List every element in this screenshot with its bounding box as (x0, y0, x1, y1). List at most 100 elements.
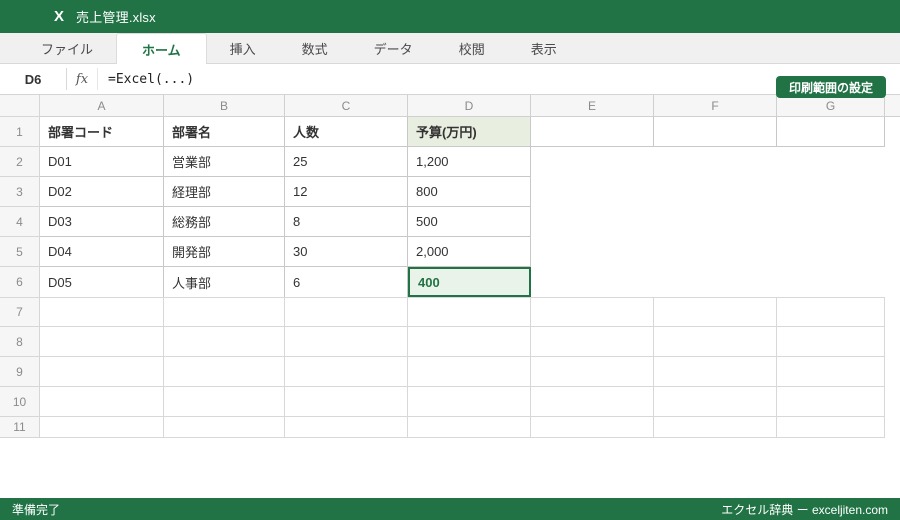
cell-D1[interactable]: 予算(万円) (408, 117, 531, 147)
column-header-E[interactable]: E (531, 95, 654, 117)
cell-A5[interactable]: D04 (40, 237, 164, 267)
cell-D6-selected[interactable]: 400 (408, 267, 531, 297)
cell-G3[interactable] (777, 177, 885, 207)
row-header-8[interactable]: 8 (0, 327, 40, 357)
menu-tab-home[interactable]: ホーム (116, 33, 207, 64)
row-header-3[interactable]: 3 (0, 177, 40, 207)
cell-C2[interactable]: 25 (285, 147, 408, 177)
cell-A7[interactable] (40, 297, 164, 327)
cell-A11[interactable] (40, 417, 164, 438)
cell-F5[interactable] (654, 237, 777, 267)
cell-B3[interactable]: 経理部 (164, 177, 285, 207)
cell-D5[interactable]: 2,000 (408, 237, 531, 267)
row-header-1[interactable]: 1 (0, 117, 40, 147)
cell-E11[interactable] (531, 417, 654, 438)
cell-F9[interactable] (654, 357, 777, 387)
cell-E9[interactable] (531, 357, 654, 387)
print-area-button[interactable]: 印刷範囲の設定 (775, 76, 886, 98)
column-header-B[interactable]: B (164, 95, 285, 117)
cell-A6[interactable]: D05 (40, 267, 164, 297)
cell-D4[interactable]: 500 (408, 207, 531, 237)
cell-B4[interactable]: 総務部 (164, 207, 285, 237)
column-header-F[interactable]: F (654, 95, 777, 117)
menu-tab-file[interactable]: ファイル (18, 33, 116, 63)
row-header-6[interactable]: 6 (0, 267, 40, 297)
cell-B2[interactable]: 営業部 (164, 147, 285, 177)
cell-C10[interactable] (285, 387, 408, 417)
cell-B10[interactable] (164, 387, 285, 417)
cell-C11[interactable] (285, 417, 408, 438)
cell-F1[interactable] (654, 117, 777, 147)
cell-A4[interactable]: D03 (40, 207, 164, 237)
cell-C5[interactable]: 30 (285, 237, 408, 267)
cell-C8[interactable] (285, 327, 408, 357)
cell-B6[interactable]: 人事部 (164, 267, 285, 297)
cell-C3[interactable]: 12 (285, 177, 408, 207)
cell-D8[interactable] (408, 327, 531, 357)
name-box[interactable]: D6 (0, 64, 66, 94)
cell-D7[interactable] (408, 297, 531, 327)
cell-G1[interactable] (777, 117, 885, 147)
cell-C7[interactable] (285, 297, 408, 327)
cell-G7[interactable] (777, 297, 885, 327)
cell-E7[interactable] (531, 297, 654, 327)
row-header-11[interactable]: 11 (0, 417, 40, 438)
cell-D9[interactable] (408, 357, 531, 387)
menu-tab-review[interactable]: 校閲 (436, 33, 508, 63)
cell-D2[interactable]: 1,200 (408, 147, 531, 177)
cell-G2[interactable] (777, 147, 885, 177)
cell-A9[interactable] (40, 357, 164, 387)
row-header-7[interactable]: 7 (0, 297, 40, 327)
row-header-4[interactable]: 4 (0, 207, 40, 237)
cell-F11[interactable] (654, 417, 777, 438)
cell-D10[interactable] (408, 387, 531, 417)
cell-E10[interactable] (531, 387, 654, 417)
cell-B11[interactable] (164, 417, 285, 438)
cell-G4[interactable] (777, 207, 885, 237)
cell-G6[interactable] (777, 267, 885, 297)
cell-A1[interactable]: 部署コード (40, 117, 164, 147)
row-header-10[interactable]: 10 (0, 387, 40, 417)
cell-E4[interactable] (531, 207, 654, 237)
menu-tab-insert[interactable]: 挿入 (207, 33, 279, 63)
cell-E5[interactable] (531, 237, 654, 267)
cell-G5[interactable] (777, 237, 885, 267)
cell-A8[interactable] (40, 327, 164, 357)
cell-F10[interactable] (654, 387, 777, 417)
cell-D11[interactable] (408, 417, 531, 438)
cell-E1[interactable] (531, 117, 654, 147)
row-header-2[interactable]: 2 (0, 147, 40, 177)
cell-E2[interactable] (531, 147, 654, 177)
cell-F2[interactable] (654, 147, 777, 177)
select-all-corner[interactable] (0, 95, 40, 117)
cell-C4[interactable]: 8 (285, 207, 408, 237)
cell-F3[interactable] (654, 177, 777, 207)
cell-A10[interactable] (40, 387, 164, 417)
cell-G10[interactable] (777, 387, 885, 417)
cell-E8[interactable] (531, 327, 654, 357)
cell-C1[interactable]: 人数 (285, 117, 408, 147)
menu-tab-formulas[interactable]: 数式 (279, 33, 351, 63)
cell-D3[interactable]: 800 (408, 177, 531, 207)
column-header-G[interactable]: G (777, 95, 885, 117)
cell-B8[interactable] (164, 327, 285, 357)
column-header-D[interactable]: D (408, 95, 531, 117)
cell-B5[interactable]: 開発部 (164, 237, 285, 267)
cell-C6[interactable]: 6 (285, 267, 408, 297)
cell-F4[interactable] (654, 207, 777, 237)
cell-A2[interactable]: D01 (40, 147, 164, 177)
cell-B9[interactable] (164, 357, 285, 387)
menu-tab-view[interactable]: 表示 (508, 33, 580, 63)
menu-tab-data[interactable]: データ (351, 33, 436, 63)
cell-B7[interactable] (164, 297, 285, 327)
cell-E3[interactable] (531, 177, 654, 207)
cell-F8[interactable] (654, 327, 777, 357)
row-header-9[interactable]: 9 (0, 357, 40, 387)
cell-F7[interactable] (654, 297, 777, 327)
cell-E6[interactable] (531, 267, 654, 297)
cell-G11[interactable] (777, 417, 885, 438)
cell-F6[interactable] (654, 267, 777, 297)
cell-C9[interactable] (285, 357, 408, 387)
column-header-C[interactable]: C (285, 95, 408, 117)
cell-G9[interactable] (777, 357, 885, 387)
